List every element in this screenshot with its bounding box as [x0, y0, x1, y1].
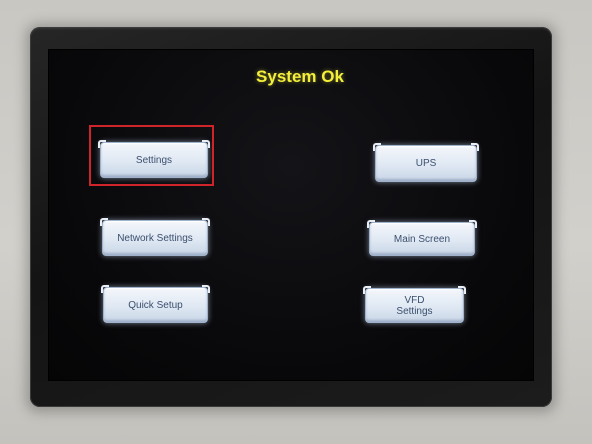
- quick-setup-button-label: Quick Setup: [128, 299, 183, 311]
- ups-button-label: UPS: [415, 158, 437, 169]
- settings-button[interactable]: Settings: [98, 140, 210, 178]
- main-screen-button[interactable]: Main Screen: [367, 220, 477, 256]
- network-settings-button[interactable]: Network Settings: [100, 218, 210, 256]
- vfd-settings-button[interactable]: VFD Settings: [363, 286, 466, 323]
- quick-setup-button[interactable]: Quick Setup: [101, 285, 210, 323]
- system-status-title: System Ok: [256, 67, 344, 86]
- main-screen-button-label: Main Screen: [393, 233, 451, 245]
- ups-button[interactable]: UPS: [373, 143, 479, 182]
- hmi-screen: [48, 49, 534, 381]
- settings-button-label: Settings: [135, 154, 173, 166]
- vfd-settings-button-label-line1: VFD: [404, 294, 425, 306]
- vfd-settings-button-label-line2: Settings: [396, 305, 433, 317]
- network-settings-button-label: Network Settings: [117, 232, 193, 244]
